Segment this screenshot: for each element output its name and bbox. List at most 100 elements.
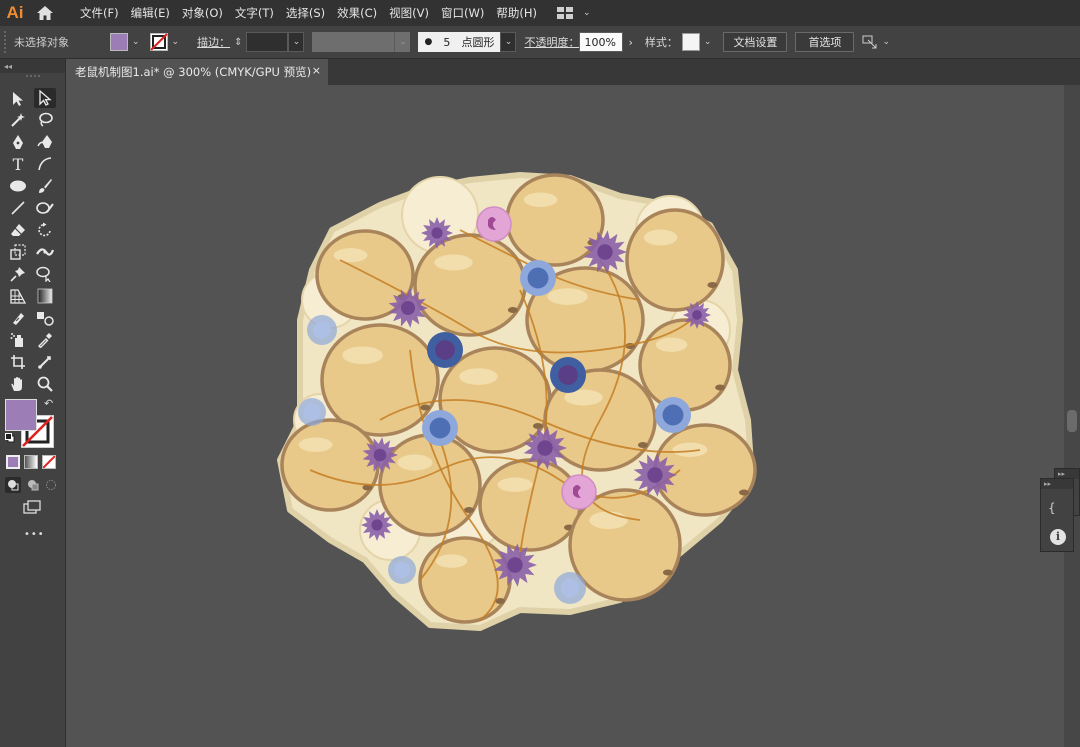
- info-icon[interactable]: i: [1050, 529, 1066, 545]
- draw-inside-icon[interactable]: [43, 477, 59, 493]
- eraser-tool-icon[interactable]: [7, 220, 29, 240]
- adipocyte-highlight: [589, 511, 628, 530]
- zoom-tool-icon[interactable]: [34, 374, 56, 394]
- paintbrush-tool-icon[interactable]: [34, 176, 56, 196]
- menu-type[interactable]: 文字(T): [229, 0, 280, 26]
- menu-list: 文件(F) 编辑(E) 对象(O) 文字(T) 选择(S) 效果(C) 视图(V…: [74, 0, 543, 26]
- adipocyte: [413, 233, 527, 337]
- edit-toolbar-icon[interactable]: •••: [24, 529, 45, 540]
- variable-width-profile[interactable]: [312, 32, 395, 52]
- style-label: 样式：: [644, 36, 678, 49]
- adipose-tissue-illustration[interactable]: [66, 85, 1064, 747]
- control-bar-grip[interactable]: [4, 31, 10, 53]
- stroke-weight-dropdown[interactable]: ⌄: [288, 32, 305, 52]
- opacity-input[interactable]: 100%: [579, 32, 624, 52]
- stroke-stepper[interactable]: ⇕: [234, 37, 242, 48]
- brush-definition[interactable]: ● 5 点圆形: [418, 32, 501, 52]
- hand-tool-icon[interactable]: [7, 374, 29, 394]
- vertical-scrollbar-thumb[interactable]: [1067, 410, 1077, 432]
- stroke-swatch[interactable]: [149, 33, 168, 51]
- profile-dropdown[interactable]: ⌄: [394, 32, 411, 52]
- none-mode-button[interactable]: [42, 455, 56, 469]
- menu-view[interactable]: 视图(V): [383, 0, 435, 26]
- draw-normal-icon[interactable]: [5, 477, 21, 493]
- opacity-label[interactable]: 不透明度：: [524, 34, 579, 50]
- menu-edit[interactable]: 编辑(E): [125, 0, 176, 26]
- color-mode-button[interactable]: [6, 455, 20, 469]
- draw-behind-icon[interactable]: [25, 477, 41, 493]
- magic-wand-tool-icon[interactable]: [7, 110, 29, 130]
- brackets-icon[interactable]: {: [1048, 501, 1056, 515]
- rotate-tool-icon[interactable]: [34, 220, 56, 240]
- type-tool-icon[interactable]: T: [7, 154, 29, 174]
- arrange-documents-icon[interactable]: [862, 35, 878, 49]
- chevron-down-icon[interactable]: ⌄: [172, 37, 180, 47]
- scale-tool-icon[interactable]: [7, 242, 29, 262]
- shape-builder-tool-icon[interactable]: [34, 264, 56, 284]
- add-anchor-pen-icon[interactable]: [34, 132, 56, 152]
- lymphocyte-light-nucleus: [429, 417, 451, 439]
- selection-tool-icon[interactable]: [7, 89, 29, 109]
- neutrophil: [476, 206, 512, 242]
- adipocyte: [320, 323, 440, 437]
- macrophage-nucleus: [647, 467, 663, 483]
- stroke-label[interactable]: 描边：: [197, 34, 230, 50]
- symbol-sprayer-tool-icon[interactable]: [7, 330, 29, 350]
- pen-tool-icon[interactable]: [7, 132, 29, 152]
- shaper-tool-icon[interactable]: [34, 198, 56, 218]
- artboard-tool-icon[interactable]: [7, 352, 29, 372]
- perspective-grid-tool-icon[interactable]: [7, 286, 29, 306]
- adipocyte-highlight: [459, 368, 498, 385]
- menu-window[interactable]: 窗口(W): [435, 0, 490, 26]
- menu-file[interactable]: 文件(F): [74, 0, 125, 26]
- ellipse-tool-icon[interactable]: [7, 176, 29, 196]
- measure-tool-icon[interactable]: [34, 352, 56, 372]
- canvas[interactable]: [66, 85, 1064, 747]
- lymphocyte-light-nucleus: [560, 578, 580, 598]
- toolbar-fill-swatch-front[interactable]: [5, 399, 37, 431]
- control-bar: 未选择对象 ⌄ ⌄ 描边： ⇕ ⌄ ⌄ ● 5 点圆形 ⌄ 不透明度： 100%…: [0, 26, 1080, 59]
- lymphocyte-light-nucleus: [393, 561, 411, 579]
- brush-dropdown[interactable]: ⌄: [500, 32, 517, 52]
- gradient-tool-icon[interactable]: [34, 286, 56, 306]
- puppet-warp-tool-icon[interactable]: [7, 264, 29, 284]
- document-tab[interactable]: 老鼠机制图1.ai* @ 300% (CMYK/GPU 预览) ×: [66, 59, 328, 85]
- chevron-down-icon: ⌄: [399, 37, 407, 47]
- workspace-switcher[interactable]: ⌄: [556, 7, 595, 19]
- chevron-down-icon[interactable]: ⌄: [132, 37, 140, 47]
- close-icon[interactable]: ×: [312, 64, 321, 77]
- macrophage-faded-nucleus: [692, 310, 702, 320]
- menu-help[interactable]: 帮助(H): [490, 0, 543, 26]
- screen-mode-icon[interactable]: [22, 499, 42, 515]
- home-icon[interactable]: [30, 0, 60, 26]
- document-setup-button[interactable]: 文档设置: [723, 32, 788, 52]
- chevron-down-icon[interactable]: ⌄: [704, 37, 712, 47]
- menu-effect[interactable]: 效果(C): [331, 0, 383, 26]
- dock-collapse-icon[interactable]: ▸▸: [1041, 479, 1073, 489]
- width-tool-icon[interactable]: [34, 242, 56, 262]
- swap-fill-stroke-icon[interactable]: ↶: [44, 397, 53, 410]
- chevron-right-icon[interactable]: ›: [628, 36, 632, 49]
- blend-tool-icon[interactable]: [34, 308, 56, 328]
- vertical-scrollbar[interactable]: [1064, 85, 1080, 747]
- chevron-down-icon[interactable]: ⌄: [882, 37, 890, 47]
- document-tab-bar: 老鼠机制图1.ai* @ 300% (CMYK/GPU 预览) ×: [66, 59, 1080, 85]
- tools-grip[interactable]: [26, 75, 40, 77]
- line-segment-tool-icon[interactable]: [7, 198, 29, 218]
- eyedropper-tool-icon[interactable]: [34, 330, 56, 350]
- menu-select[interactable]: 选择(S): [280, 0, 331, 26]
- graphic-style-swatch[interactable]: [681, 33, 700, 51]
- gradient-mode-button[interactable]: [24, 455, 38, 469]
- fill-swatch[interactable]: [110, 33, 128, 51]
- menu-object[interactable]: 对象(O): [176, 0, 229, 26]
- lasso-tool-icon[interactable]: [34, 110, 56, 130]
- stroke-weight-input[interactable]: [246, 32, 289, 52]
- lymphocyte-nucleus: [435, 340, 455, 360]
- curvature-tool-icon[interactable]: [34, 154, 56, 174]
- preferences-button[interactable]: 首选项: [795, 32, 855, 52]
- default-fill-stroke-icon[interactable]: [5, 433, 15, 443]
- direct-selection-tool-icon[interactable]: [34, 88, 56, 108]
- tools-panel-header[interactable]: ◂◂: [0, 59, 65, 73]
- slice-tool-icon[interactable]: [7, 308, 29, 328]
- adipocyte-highlight: [342, 346, 383, 365]
